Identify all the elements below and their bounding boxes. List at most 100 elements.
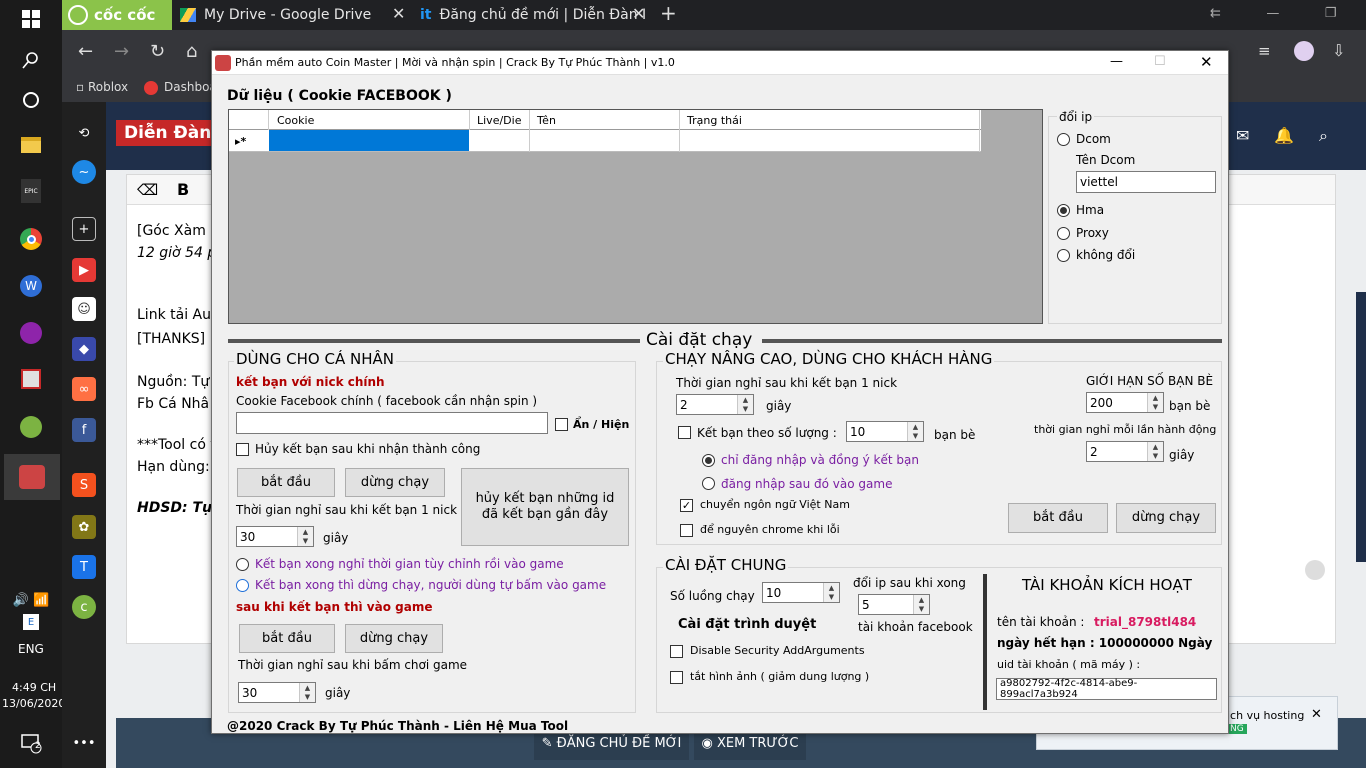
disable-images-checkbox[interactable]	[670, 671, 683, 684]
adv-start-button[interactable]: bắt đầu	[1008, 503, 1108, 533]
radio-rest-then-game[interactable]	[236, 558, 249, 571]
column-header-live-die[interactable]: Live/Die	[477, 114, 521, 127]
bold-icon[interactable]: B	[177, 180, 189, 199]
windows-start-icon[interactable]	[16, 4, 46, 34]
app-icon-3[interactable]: ◆	[72, 337, 96, 361]
minimize-icon[interactable]: —	[1110, 54, 1123, 69]
adv-rest-spinner[interactable]: 2 ▲ ▼	[676, 394, 754, 415]
radio-proxy[interactable]	[1057, 227, 1070, 240]
close-tab-icon[interactable]: ✕	[632, 4, 645, 23]
start-button[interactable]: bắt đầu	[237, 468, 335, 497]
keep-chrome-label[interactable]: để nguyên chrome khi lỗi	[700, 523, 840, 536]
radio-rest-then-game-label[interactable]: Kết bạn xong nghỉ thời gian tùy chỉnh rồ…	[255, 557, 564, 571]
unfriend-recent-button[interactable]: hủy kết bạn những id đã kết bạn gần đây	[461, 468, 629, 546]
tray-app-icon[interactable]: E	[16, 607, 46, 637]
eraser-icon[interactable]: ⌫	[137, 181, 158, 199]
by-count-spinner[interactable]: 10 ▲ ▼	[846, 421, 924, 442]
show-hide-label[interactable]: Ẩn / Hiện	[573, 418, 629, 431]
bookmark-roblox[interactable]: ▫ Roblox	[76, 80, 128, 94]
tab-dien-dan[interactable]: it Đăng chủ đề mới | Diễn Đàn I	[412, 0, 652, 30]
radio-stop-manual-game[interactable]	[236, 579, 249, 592]
column-header-cookie[interactable]: Cookie	[277, 114, 314, 127]
more-icon[interactable]: •••	[72, 731, 96, 755]
history-icon[interactable]: ⟲	[72, 121, 96, 145]
download-icon[interactable]: ⇩	[1332, 41, 1345, 60]
cortana-icon[interactable]	[16, 85, 46, 115]
maximize-icon[interactable]: ☐	[1154, 54, 1166, 69]
playlist-icon[interactable]: ≡	[1258, 42, 1271, 60]
stop-button[interactable]: dừng chạy	[345, 468, 445, 497]
account-uid-input[interactable]: a9802792-4f2c-4814-abe9-899acl7a3b924	[996, 678, 1217, 700]
column-header-status[interactable]: Trạng thái	[687, 114, 742, 127]
unfriend-after-checkbox[interactable]	[236, 443, 249, 456]
radio-hma[interactable]	[1057, 204, 1070, 217]
language-indicator[interactable]: ENG	[18, 642, 44, 656]
clock-date[interactable]: 13/06/2020	[2, 697, 65, 710]
bookmark-dashboard[interactable]: Dashboa	[144, 80, 217, 95]
show-hide-checkbox[interactable]	[555, 418, 568, 431]
spinner-arrows[interactable]: ▲ ▼	[737, 395, 753, 414]
threads-spinner[interactable]: 10 ▲ ▼	[762, 582, 840, 603]
app-icon-4[interactable]: ∞	[72, 377, 96, 401]
chrome-icon[interactable]	[16, 224, 46, 254]
radio-login-accept-label[interactable]: chỉ đăng nhập và đồng ý kết bạn	[721, 453, 919, 467]
app-icon-5[interactable]: ✿	[72, 515, 96, 539]
radio-no-change[interactable]	[1057, 249, 1070, 262]
spinner-arrows[interactable]: ▲ ▼	[913, 595, 929, 614]
coccoc-logo[interactable]: cốc cốc	[62, 0, 172, 30]
spinner-arrows[interactable]: ▲ ▼	[823, 583, 839, 602]
rest-after-play-spinner[interactable]: 30 ▲ ▼	[238, 682, 316, 703]
radio-hma-label[interactable]: Hma	[1076, 203, 1104, 217]
coccoc-icon[interactable]	[16, 412, 46, 442]
ip-change-spinner[interactable]: 5 ▲ ▼	[858, 594, 930, 615]
forward-icon[interactable]: →	[114, 41, 129, 62]
home-icon[interactable]: ⌂	[186, 41, 197, 62]
by-count-label[interactable]: Kết bạn theo số lượng :	[697, 426, 837, 440]
forum-logo[interactable]: Diễn Đàn	[116, 120, 220, 146]
add-app-icon[interactable]: +	[72, 217, 96, 241]
radio-dcom[interactable]	[1057, 133, 1070, 146]
start-game-button[interactable]: bắt đầu	[239, 624, 335, 653]
disable-images-label[interactable]: tắt hình ảnh ( giảm dung lượng )	[690, 670, 869, 683]
dcom-name-input[interactable]: viettel	[1076, 171, 1216, 193]
facebook-icon[interactable]: f	[72, 418, 96, 442]
youtube-icon[interactable]: ▶	[72, 258, 96, 282]
disable-security-checkbox[interactable]	[670, 645, 683, 658]
adv-stop-button[interactable]: dừng chạy	[1116, 503, 1216, 533]
wps-icon[interactable]: W	[16, 271, 46, 301]
vietnamese-label[interactable]: chuyển ngôn ngữ Việt Nam	[700, 498, 850, 511]
stop-game-button[interactable]: dừng chạy	[345, 624, 443, 653]
file-explorer-icon[interactable]	[16, 130, 46, 160]
unfriend-after-label[interactable]: Hủy kết bạn sau khi nhận thành công	[255, 442, 480, 456]
podcast-icon[interactable]	[16, 318, 46, 348]
epic-games-icon[interactable]: EPIC	[16, 176, 46, 206]
spinner-arrows[interactable]: ▲ ▼	[1147, 393, 1163, 412]
close-icon[interactable]: ✕	[1311, 707, 1322, 722]
vietnamese-checkbox[interactable]: ✓	[680, 499, 693, 512]
close-tab-icon[interactable]: ✕	[392, 4, 405, 23]
scrollbar[interactable]	[1356, 292, 1366, 562]
grid-row-new[interactable]: ▸*	[229, 130, 981, 152]
window-icons[interactable]: ⇇ — ❐ ✕	[1210, 6, 1366, 21]
cookie-grid[interactable]: Cookie Live/Die Tên Trạng thái ▸*	[228, 109, 1043, 324]
clock-time[interactable]: 4:49 CH	[12, 681, 56, 694]
search-icon[interactable]	[16, 45, 46, 75]
radio-login-game-label[interactable]: đăng nhập sau đó vào game	[721, 477, 892, 491]
reload-icon[interactable]: ↻	[150, 41, 165, 62]
radio-login-accept[interactable]	[702, 454, 715, 467]
by-count-checkbox[interactable]	[678, 426, 691, 439]
spinner-arrows[interactable]: ▲ ▼	[299, 683, 315, 702]
tiki-icon[interactable]: T	[72, 555, 96, 579]
spinner-arrows[interactable]: ▲ ▼	[1147, 442, 1163, 461]
radio-proxy-label[interactable]: Proxy	[1076, 226, 1109, 240]
cookie-main-input[interactable]	[236, 412, 548, 434]
coin-master-taskbar-icon[interactable]	[4, 454, 60, 500]
limit-spinner[interactable]: 200 ▲ ▼	[1086, 392, 1164, 413]
radio-no-change-label[interactable]: không đổi	[1076, 248, 1135, 262]
disable-security-label[interactable]: Disable Security AddArguments	[690, 644, 865, 657]
shopee-icon[interactable]: S	[72, 473, 96, 497]
coccoc-small-icon[interactable]: c	[72, 595, 96, 619]
search-icon[interactable]: ⌕	[1319, 126, 1328, 146]
rest-each-spinner[interactable]: 2 ▲ ▼	[1086, 441, 1164, 462]
mail-icon[interactable]: ✉	[1236, 126, 1249, 145]
